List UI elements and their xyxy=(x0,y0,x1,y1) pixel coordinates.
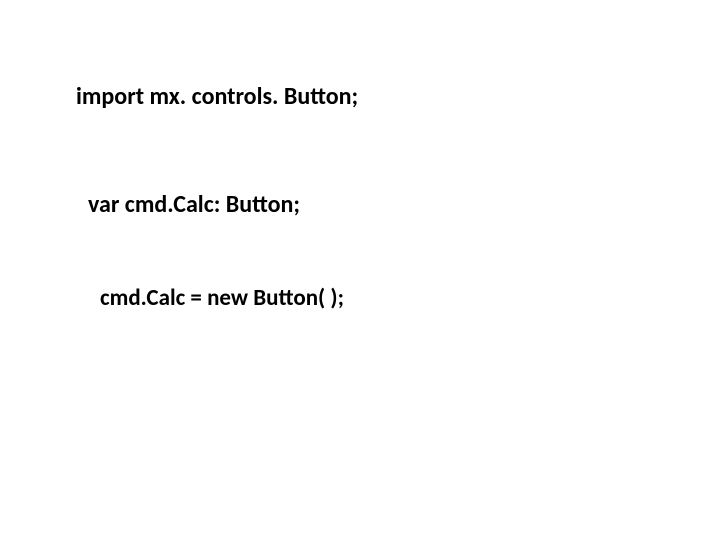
slide: import mx. controls. Button; var cmd.Cal… xyxy=(0,0,720,540)
code-line-var-decl: var cmd.Calc: Button; xyxy=(88,190,300,219)
code-line-assign: cmd.Calc = new Button( ); xyxy=(100,284,344,312)
code-line-import: import mx. controls. Button; xyxy=(76,82,358,111)
